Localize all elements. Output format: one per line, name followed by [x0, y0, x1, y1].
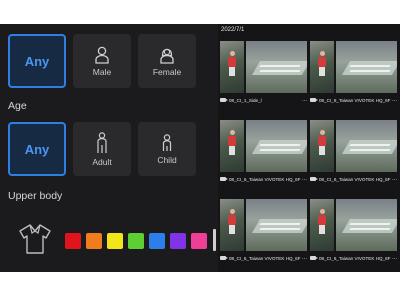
color-swatch-orange[interactable]: [86, 233, 102, 249]
result-caption: 08_CI_1_Side_l: [229, 97, 262, 103]
results-panel: 2022/7/1 08_CI_1_Side_l ... 08_CI_6_Taiw…: [218, 24, 400, 272]
adult-person-icon: [97, 131, 107, 153]
result-caption: 08_CI_6_Taiwan VIVOTEK HQ_6F: [319, 176, 391, 182]
attribute-filters: Any Male Female Age Any Adult Child Uppe…: [0, 24, 218, 272]
male-person-icon: [95, 46, 109, 64]
person-snapshot[interactable]: [220, 120, 244, 172]
gender-any-option[interactable]: Any: [8, 34, 66, 88]
scene-snapshot[interactable]: [336, 199, 397, 251]
result-caption: 08_CI_6_Taiwan VIVOTEK HQ_6F: [229, 255, 301, 261]
person-snapshot[interactable]: [310, 120, 334, 172]
results-date: 2022/7/1: [221, 27, 245, 33]
gender-male-label: Male: [92, 66, 112, 77]
color-swatch-purple[interactable]: [170, 233, 186, 249]
camera-icon: [220, 256, 228, 260]
person-snapshot[interactable]: [220, 41, 244, 93]
result-card[interactable]: 08_CI_6_Taiwan VIVOTEK HQ_6F ...: [220, 120, 307, 192]
result-caption: 08_CI_6_Taiwan VIVOTEK HQ_6F: [229, 176, 301, 182]
camera-icon: [310, 177, 318, 181]
scene-snapshot[interactable]: [336, 120, 397, 172]
result-caption: 08_CI_6_Taiwan VIVOTEK HQ_6F: [319, 97, 391, 103]
result-card[interactable]: 08_CI_6_Taiwan VIVOTEK HQ_6F ...: [310, 120, 397, 192]
more-options-button[interactable]: ...: [302, 176, 307, 182]
result-card[interactable]: 08_CI_6_Taiwan VIVOTEK HQ_6F ...: [220, 199, 307, 271]
scene-snapshot[interactable]: [246, 120, 307, 172]
camera-icon: [220, 98, 228, 102]
color-swatch-pink[interactable]: [191, 233, 207, 249]
age-adult-label: Adult: [92, 156, 112, 167]
result-card[interactable]: 08_CI_6_Taiwan VIVOTEK HQ_6F ...: [310, 41, 397, 113]
more-options-button[interactable]: ...: [392, 176, 397, 182]
person-snapshot[interactable]: [310, 199, 334, 251]
age-any-label: Any: [24, 141, 50, 157]
more-options-button[interactable]: ...: [392, 255, 397, 261]
color-swatch-green[interactable]: [128, 233, 144, 249]
scene-snapshot[interactable]: [246, 41, 307, 93]
female-person-icon: [160, 48, 174, 64]
color-swatch-red[interactable]: [65, 233, 81, 249]
camera-icon: [310, 98, 318, 102]
gender-any-label: Any: [24, 53, 50, 69]
color-swatch-yellow[interactable]: [107, 233, 123, 249]
gender-female-label: Female: [152, 66, 182, 77]
filter-panel: Any Male Female Age Any Adult Child Uppe…: [0, 24, 400, 272]
age-adult-option[interactable]: Adult: [73, 122, 131, 176]
person-snapshot[interactable]: [220, 199, 244, 251]
camera-icon: [220, 177, 228, 181]
result-card[interactable]: 08_CI_1_Side_l ...: [220, 41, 307, 113]
scene-snapshot[interactable]: [336, 41, 397, 93]
age-heading: Age: [8, 100, 27, 112]
gender-male-option[interactable]: Male: [73, 34, 131, 88]
person-snapshot[interactable]: [310, 41, 334, 93]
more-options-button[interactable]: ...: [302, 255, 307, 261]
shirt-icon: [19, 224, 51, 254]
color-scrollbar[interactable]: [213, 229, 216, 251]
child-person-icon: [162, 133, 172, 151]
more-options-button[interactable]: ...: [302, 97, 307, 103]
age-child-option[interactable]: Child: [138, 122, 196, 176]
more-options-button[interactable]: ...: [392, 97, 397, 103]
color-swatch-blue[interactable]: [149, 233, 165, 249]
age-any-option[interactable]: Any: [8, 122, 66, 176]
upper-body-heading: Upper body: [8, 190, 63, 202]
gender-female-option[interactable]: Female: [138, 34, 196, 88]
age-child-label: Child: [157, 154, 177, 165]
scene-snapshot[interactable]: [246, 199, 307, 251]
result-caption: 08_CI_6_Taiwan VIVOTEK HQ_6F: [319, 255, 391, 261]
camera-icon: [310, 256, 318, 260]
result-card[interactable]: 08_CI_6_Taiwan VIVOTEK HQ_6F ...: [310, 199, 397, 271]
